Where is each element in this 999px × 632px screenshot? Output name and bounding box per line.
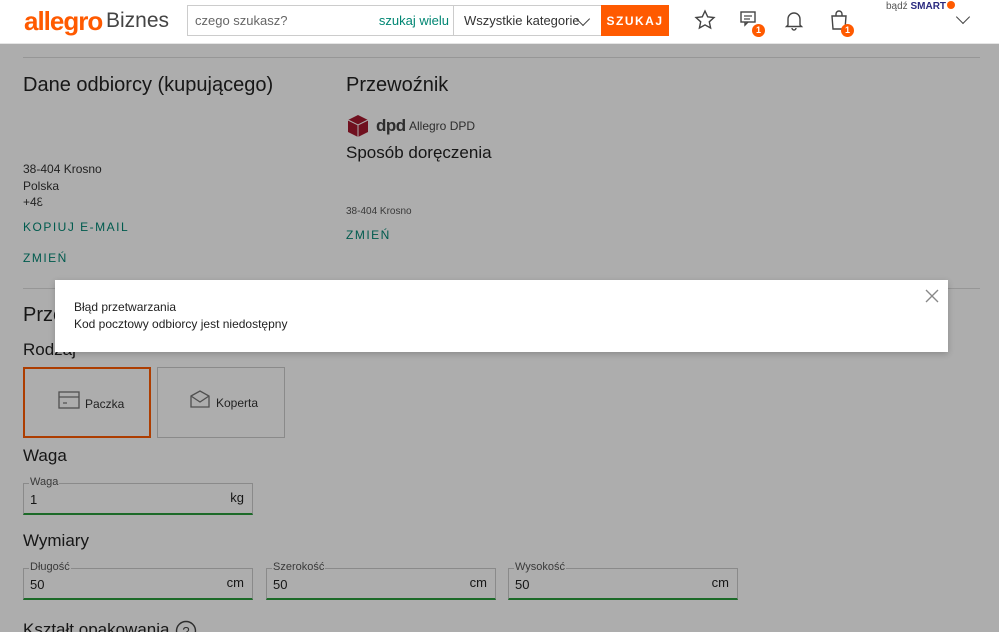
user-menu-chevron-icon[interactable] <box>955 9 971 25</box>
top-header: allegro Biznes szukaj wielu Wszystkie ka… <box>0 0 999 44</box>
logo-suffix: Biznes <box>106 9 170 32</box>
bell-icon[interactable] <box>782 8 806 32</box>
dialog-title: Błąd przetwarzania <box>74 300 177 314</box>
close-icon[interactable] <box>925 289 939 303</box>
search-many-link[interactable]: szukaj wielu <box>379 13 449 28</box>
logo-brand: allegro <box>24 6 103 36</box>
cart-badge: 1 <box>841 24 854 37</box>
search-box: szukaj wielu <box>187 5 457 36</box>
smart-promo[interactable]: bądź SMART <box>886 1 956 12</box>
search-button[interactable]: SZUKAJ <box>601 5 669 36</box>
error-dialog: Błąd przetwarzania Kod pocztowy odbiorcy… <box>55 280 948 352</box>
messages-badge: 1 <box>752 24 765 37</box>
star-icon[interactable] <box>693 8 717 32</box>
smart-dot-icon <box>947 1 956 9</box>
smart-prefix: bądź <box>886 1 908 12</box>
search-input[interactable] <box>188 6 378 35</box>
smart-brand: SMART <box>910 1 947 12</box>
allegro-logo[interactable]: allegro Biznes <box>24 6 169 37</box>
dialog-message: Kod pocztowy odbiorcy jest niedostępny <box>74 317 288 331</box>
category-select[interactable]: Wszystkie kategorie <box>453 5 601 36</box>
category-select-value: Wszystkie kategorie <box>464 13 580 28</box>
user-name-redacted[interactable] <box>898 14 944 28</box>
